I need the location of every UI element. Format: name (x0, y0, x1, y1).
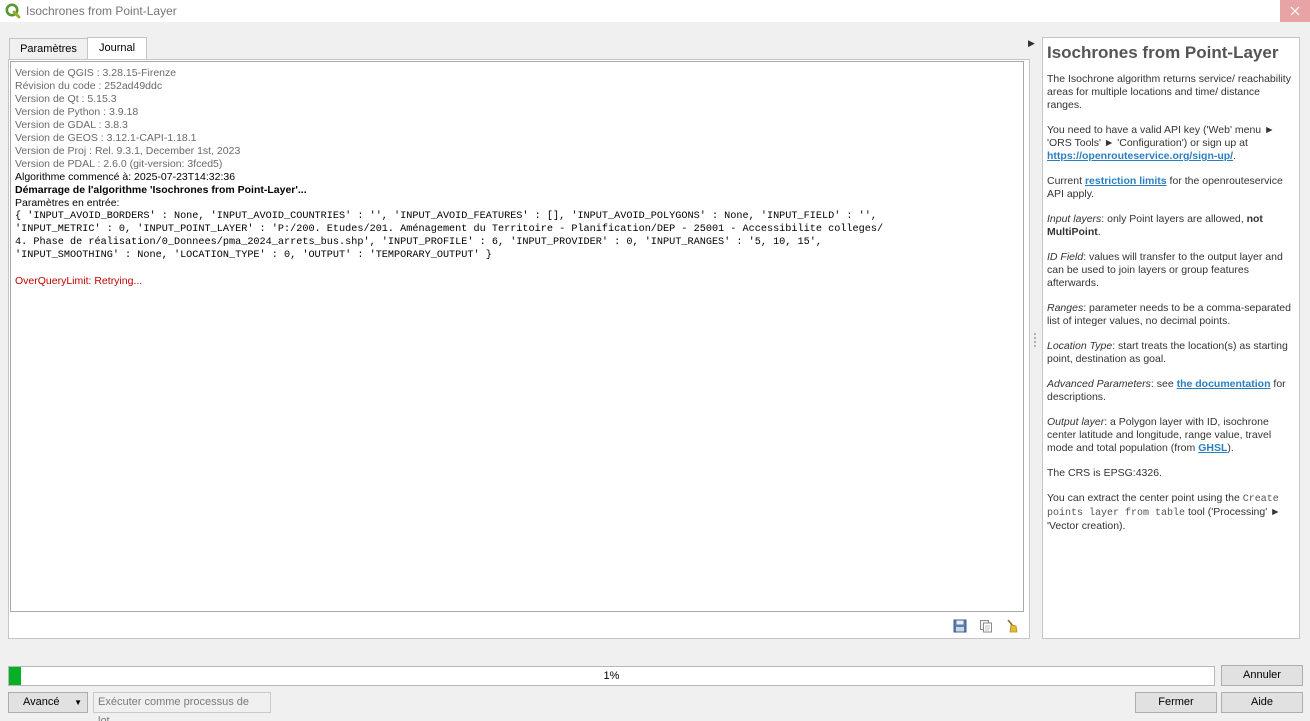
help-paragraph: Output layer: a Polygon layer with ID, i… (1047, 416, 1272, 454)
help-paragraph: Location Type: start treats the location… (1047, 340, 1288, 365)
log-params-line: { 'INPUT_AVOID_BORDERS' : None, 'INPUT_A… (15, 211, 878, 222)
log-params-label: Paramètres en entrée: (15, 197, 120, 209)
tab-journal[interactable]: Journal (87, 37, 147, 60)
log-params-line: 4. Phase de réalisation/0_Donnees/pma_20… (15, 237, 822, 248)
help-paragraph: Current restriction limits for the openr… (1047, 175, 1283, 200)
clear-log-button[interactable] (1003, 617, 1021, 635)
help-paragraph: The CRS is EPSG:4326. (1047, 467, 1162, 479)
save-log-icon (953, 619, 967, 633)
log-line: Version de QGIS : 3.28.15-Firenze (15, 67, 177, 79)
log-line: Version de PDAL : 2.6.0 (git-version: 3f… (15, 158, 223, 170)
close-dialog-button[interactable]: Fermer (1135, 692, 1217, 713)
ghsl-link[interactable]: GHSL (1198, 442, 1227, 454)
title-bar: Isochrones from Point-Layer (0, 0, 1310, 22)
close-icon (1290, 6, 1300, 16)
log-line: Version de Python : 3.9.18 (15, 106, 139, 118)
log-started: Algorithme commencé à: 2025-07-23T14:32:… (15, 171, 236, 183)
log-line: Version de GDAL : 3.8.3 (15, 119, 128, 131)
chevron-down-icon: ▼ (74, 698, 82, 707)
clear-log-icon (1007, 619, 1018, 633)
help-button[interactable]: Aide (1221, 692, 1303, 713)
log-algorithm-start: Démarrage de l'algorithme 'Isochrones fr… (15, 184, 307, 196)
window-title: Isochrones from Point-Layer (26, 4, 177, 18)
help-paragraph: The Isochrone algorithm returns service/… (1047, 73, 1291, 111)
help-paragraph: You need to have a valid API key ('Web' … (1047, 124, 1275, 162)
help-paragraph: ID Field: values will transfer to the ou… (1047, 251, 1283, 289)
advanced-dropdown-button[interactable]: Avancé ▼ (8, 692, 88, 713)
log-line: Version de GEOS : 3.12.1-CAPI-1.18.1 (15, 132, 197, 144)
help-panel: Isochrones from Point-Layer The Isochron… (1042, 37, 1300, 639)
help-paragraph: You can extract the center point using t… (1047, 492, 1281, 532)
close-button[interactable] (1280, 0, 1310, 22)
log-params-line: 'INPUT_SMOOTHING' : None, 'LOCATION_TYPE… (15, 250, 492, 261)
run-as-batch-button[interactable]: Exécuter comme processus de lot... (93, 692, 271, 721)
help-paragraph: Advanced Parameters: see the documentati… (1047, 378, 1286, 403)
tab-parametres[interactable]: Paramètres (9, 38, 88, 60)
copy-log-icon (980, 620, 992, 633)
collapse-arrow-icon[interactable]: ▶ (1028, 38, 1035, 49)
save-log-button[interactable] (951, 617, 969, 635)
cancel-button[interactable]: Annuler (1221, 665, 1303, 686)
signup-link[interactable]: https://openrouteservice.org/sign-up/ (1047, 150, 1233, 162)
help-paragraph: Ranges: parameter needs to be a comma-se… (1047, 302, 1291, 327)
qgis-logo-icon (5, 3, 21, 19)
log-line: Version de Qt : 5.15.3 (15, 93, 117, 105)
log-line: Version de Proj : Rel. 9.3.1, December 1… (15, 145, 241, 157)
splitter-handle[interactable] (1034, 333, 1036, 347)
log-params-line: 'INPUT_METRIC' : 0, 'INPUT_POINT_LAYER' … (15, 224, 884, 235)
progress-bar: 1% (8, 666, 1215, 686)
log-error: OverQueryLimit: Retrying... (15, 275, 143, 287)
help-title: Isochrones from Point-Layer (1047, 43, 1279, 62)
log-line: Révision du code : 252ad49ddc (15, 80, 163, 92)
help-paragraph: Input layers: only Point layers are allo… (1047, 213, 1263, 238)
progress-label: 1% (603, 670, 620, 682)
copy-log-button[interactable] (977, 617, 995, 635)
documentation-link[interactable]: the documentation (1177, 378, 1271, 390)
restriction-limits-link[interactable]: restriction limits (1085, 175, 1167, 187)
log-output[interactable]: Version de QGIS : 3.28.15-Firenze Révisi… (10, 61, 1024, 612)
